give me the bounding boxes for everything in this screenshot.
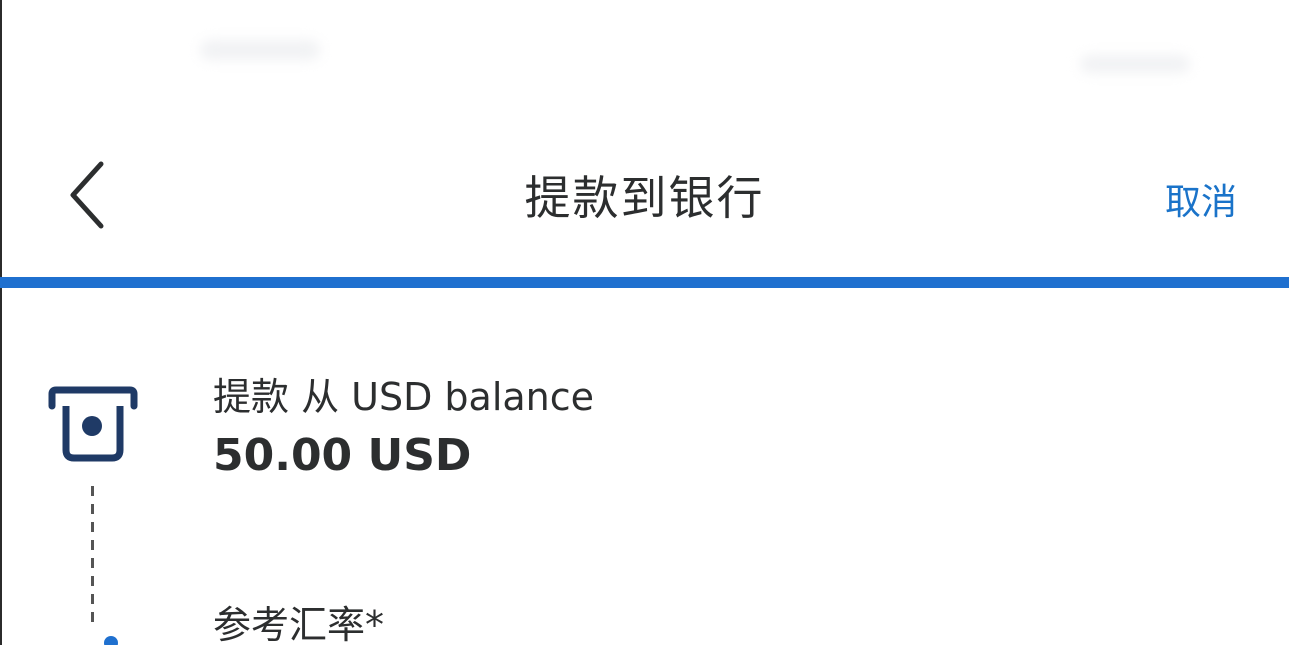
cancel-button[interactable]: 取消 — [1165, 173, 1237, 225]
withdraw-from-label: 提款 从 USD balance — [213, 375, 595, 419]
withdraw-amount: 50.00 USD — [213, 430, 472, 481]
page-title: 提款到银行 — [524, 171, 765, 225]
window-edge — [0, 0, 2, 645]
withdraw-page: 提款到银行 取消 提款 从 USD balance 50.00 USD 参考汇率… — [0, 0, 1289, 645]
status-bar — [0, 0, 1289, 110]
progress-bar — [0, 277, 1289, 288]
bank-withdraw-icon — [48, 386, 138, 466]
progress-fill — [0, 277, 1289, 288]
nav-bar: 提款到银行 取消 — [0, 140, 1289, 250]
exchange-rate-label: 参考汇率* — [213, 603, 385, 645]
timeline-dot — [104, 636, 118, 645]
timeline-connector — [91, 486, 94, 626]
